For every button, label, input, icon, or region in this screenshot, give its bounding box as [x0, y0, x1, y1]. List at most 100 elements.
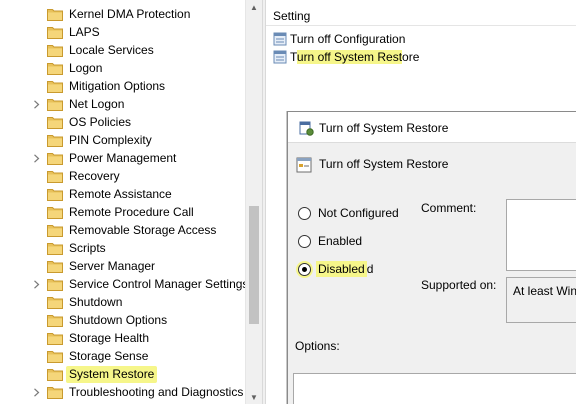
- settings-column-header[interactable]: Setting: [266, 0, 576, 26]
- folder-icon: [47, 349, 63, 363]
- folder-icon: [47, 43, 63, 57]
- policy-setting-icon: [273, 50, 287, 64]
- chevron-right-icon[interactable]: [31, 95, 41, 113]
- tree-item[interactable]: Logon: [0, 59, 245, 77]
- supported-on-label: Supported on:: [421, 278, 497, 292]
- tree-item[interactable]: Storage Sense: [0, 347, 245, 365]
- tree-item-label: Service Control Manager Settings: [69, 277, 249, 291]
- tree-item[interactable]: OS Policies: [0, 113, 245, 131]
- tree-item[interactable]: Shutdown Options: [0, 311, 245, 329]
- tree-item-label: PIN Complexity: [69, 133, 152, 147]
- folder-icon: [47, 205, 63, 219]
- tree-item[interactable]: Service Control Manager Settings: [0, 275, 248, 293]
- folder-icon: [47, 367, 63, 381]
- folder-icon: [47, 259, 63, 273]
- tree-item[interactable]: System Restore: [0, 365, 245, 383]
- tree-item-label: Scripts: [69, 241, 106, 255]
- folder-icon: [47, 115, 63, 129]
- tree-item[interactable]: Recovery: [0, 167, 245, 185]
- tree-item[interactable]: LAPS: [0, 23, 245, 41]
- tree-item[interactable]: Shutdown: [0, 293, 245, 311]
- folder-icon: [47, 385, 63, 399]
- tree-item[interactable]: Remote Assistance: [0, 185, 245, 203]
- radio-label-enabled[interactable]: Enabled: [316, 233, 364, 249]
- folder-icon: [47, 61, 63, 75]
- radio-enabled[interactable]: Enabled: [298, 233, 364, 249]
- comment-label: Comment:: [421, 201, 477, 215]
- tree-item[interactable]: Troubleshooting and Diagnostics: [0, 383, 245, 401]
- setting-label-highlight: urn off System Rest: [296, 50, 403, 64]
- folder-icon: [47, 241, 63, 255]
- dialog-body: Turn off System Restore Not Configured E…: [288, 142, 576, 404]
- policy-dialog: Turn off System Restore Turn off System …: [287, 111, 576, 404]
- tree-item[interactable]: Storage Health: [0, 329, 245, 347]
- chevron-right-icon[interactable]: [31, 149, 41, 167]
- setting-row-turn-off-system-restore[interactable]: Turn off System Restore: [270, 48, 570, 66]
- chevron-right-icon[interactable]: [31, 275, 41, 293]
- tree-item-label: LAPS: [69, 25, 100, 39]
- folder-icon: [47, 79, 63, 93]
- tree-item-label: Power Management: [69, 151, 177, 165]
- setting-label-start: T: [290, 50, 297, 64]
- tree-item-label: Remote Procedure Call: [69, 205, 194, 219]
- tree-item-label: Locale Services: [69, 43, 154, 57]
- options-panel[interactable]: [293, 373, 576, 404]
- tree-scrollbar[interactable]: ▲ ▼: [245, 0, 262, 404]
- tree-item-label: Remote Assistance: [69, 187, 172, 201]
- tree-item-label: OS Policies: [69, 115, 132, 129]
- tree-item[interactable]: Kernel DMA Protection: [0, 5, 245, 23]
- folder-icon: [47, 331, 63, 345]
- tree-item-label: Storage Sense: [69, 349, 149, 363]
- setting-label: Turn off System Restore: [290, 50, 419, 64]
- tree-item[interactable]: Net Logon: [0, 95, 245, 113]
- tree-item[interactable]: Power Management: [0, 149, 245, 167]
- radio-circle-selected[interactable]: [298, 262, 311, 276]
- comment-textarea[interactable]: [506, 199, 576, 271]
- setting-column-label: Setting: [273, 9, 311, 23]
- tree-item[interactable]: Scripts: [0, 239, 245, 257]
- folder-icon: [47, 7, 63, 21]
- radio-not-configured[interactable]: Not Configured: [298, 205, 401, 221]
- policy-setting-icon: [296, 157, 312, 173]
- radio-label-not-configured[interactable]: Not Configured: [316, 205, 401, 221]
- scroll-down-arrow-icon[interactable]: ▼: [246, 390, 262, 404]
- tree-item-label: Recovery: [69, 169, 120, 183]
- scroll-up-arrow-icon[interactable]: ▲: [246, 0, 262, 14]
- scrollbar-thumb[interactable]: [249, 206, 259, 324]
- radio-circle[interactable]: [298, 206, 311, 220]
- dialog-title: Turn off System Restore: [319, 121, 449, 135]
- policy-dialog-icon: [299, 121, 314, 136]
- tree-item-label: Mitigation Options: [69, 79, 166, 93]
- folder-icon: [47, 25, 63, 39]
- tree-item[interactable]: Remote Procedure Call: [0, 203, 245, 221]
- tree-item[interactable]: Locale Services: [0, 41, 245, 59]
- folder-icon: [47, 313, 63, 327]
- chevron-right-icon[interactable]: [31, 383, 41, 401]
- tree-item-label: Troubleshooting and Diagnostics: [69, 385, 244, 399]
- tree-item[interactable]: Server Manager: [0, 257, 245, 275]
- setting-row-turn-off-configuration[interactable]: Turn off Configuration: [270, 30, 570, 48]
- folder-icon: [47, 187, 63, 201]
- tree-item[interactable]: PIN Complexity: [0, 131, 245, 149]
- tree-item[interactable]: Removable Storage Access: [0, 221, 245, 239]
- supported-on-value: At least Win: [513, 284, 576, 298]
- policy-setting-icon: [273, 32, 287, 46]
- folder-icon: [47, 97, 63, 111]
- tree-item-label: Net Logon: [69, 97, 125, 111]
- radio-circle[interactable]: [298, 234, 311, 248]
- tree-item-label: Server Manager: [69, 259, 156, 273]
- tree-item-label: Logon: [69, 61, 103, 75]
- tree-item-label: Shutdown Options: [69, 313, 168, 327]
- radio-label-disabled[interactable]: Disabled d: [316, 261, 375, 277]
- folder-icon: [47, 295, 63, 309]
- folder-icon: [47, 151, 63, 165]
- dialog-titlebar[interactable]: Turn off System Restore: [288, 112, 576, 142]
- radio-label-disabled-highlight: Disabled: [316, 261, 367, 277]
- folder-icon: [47, 277, 63, 291]
- setting-label: Turn off Configuration: [290, 32, 406, 46]
- tree-item-label: Kernel DMA Protection: [69, 7, 191, 21]
- folder-icon: [47, 133, 63, 147]
- folder-icon: [47, 169, 63, 183]
- radio-disabled[interactable]: Disabled d: [298, 261, 375, 277]
- tree-item[interactable]: Mitigation Options: [0, 77, 245, 95]
